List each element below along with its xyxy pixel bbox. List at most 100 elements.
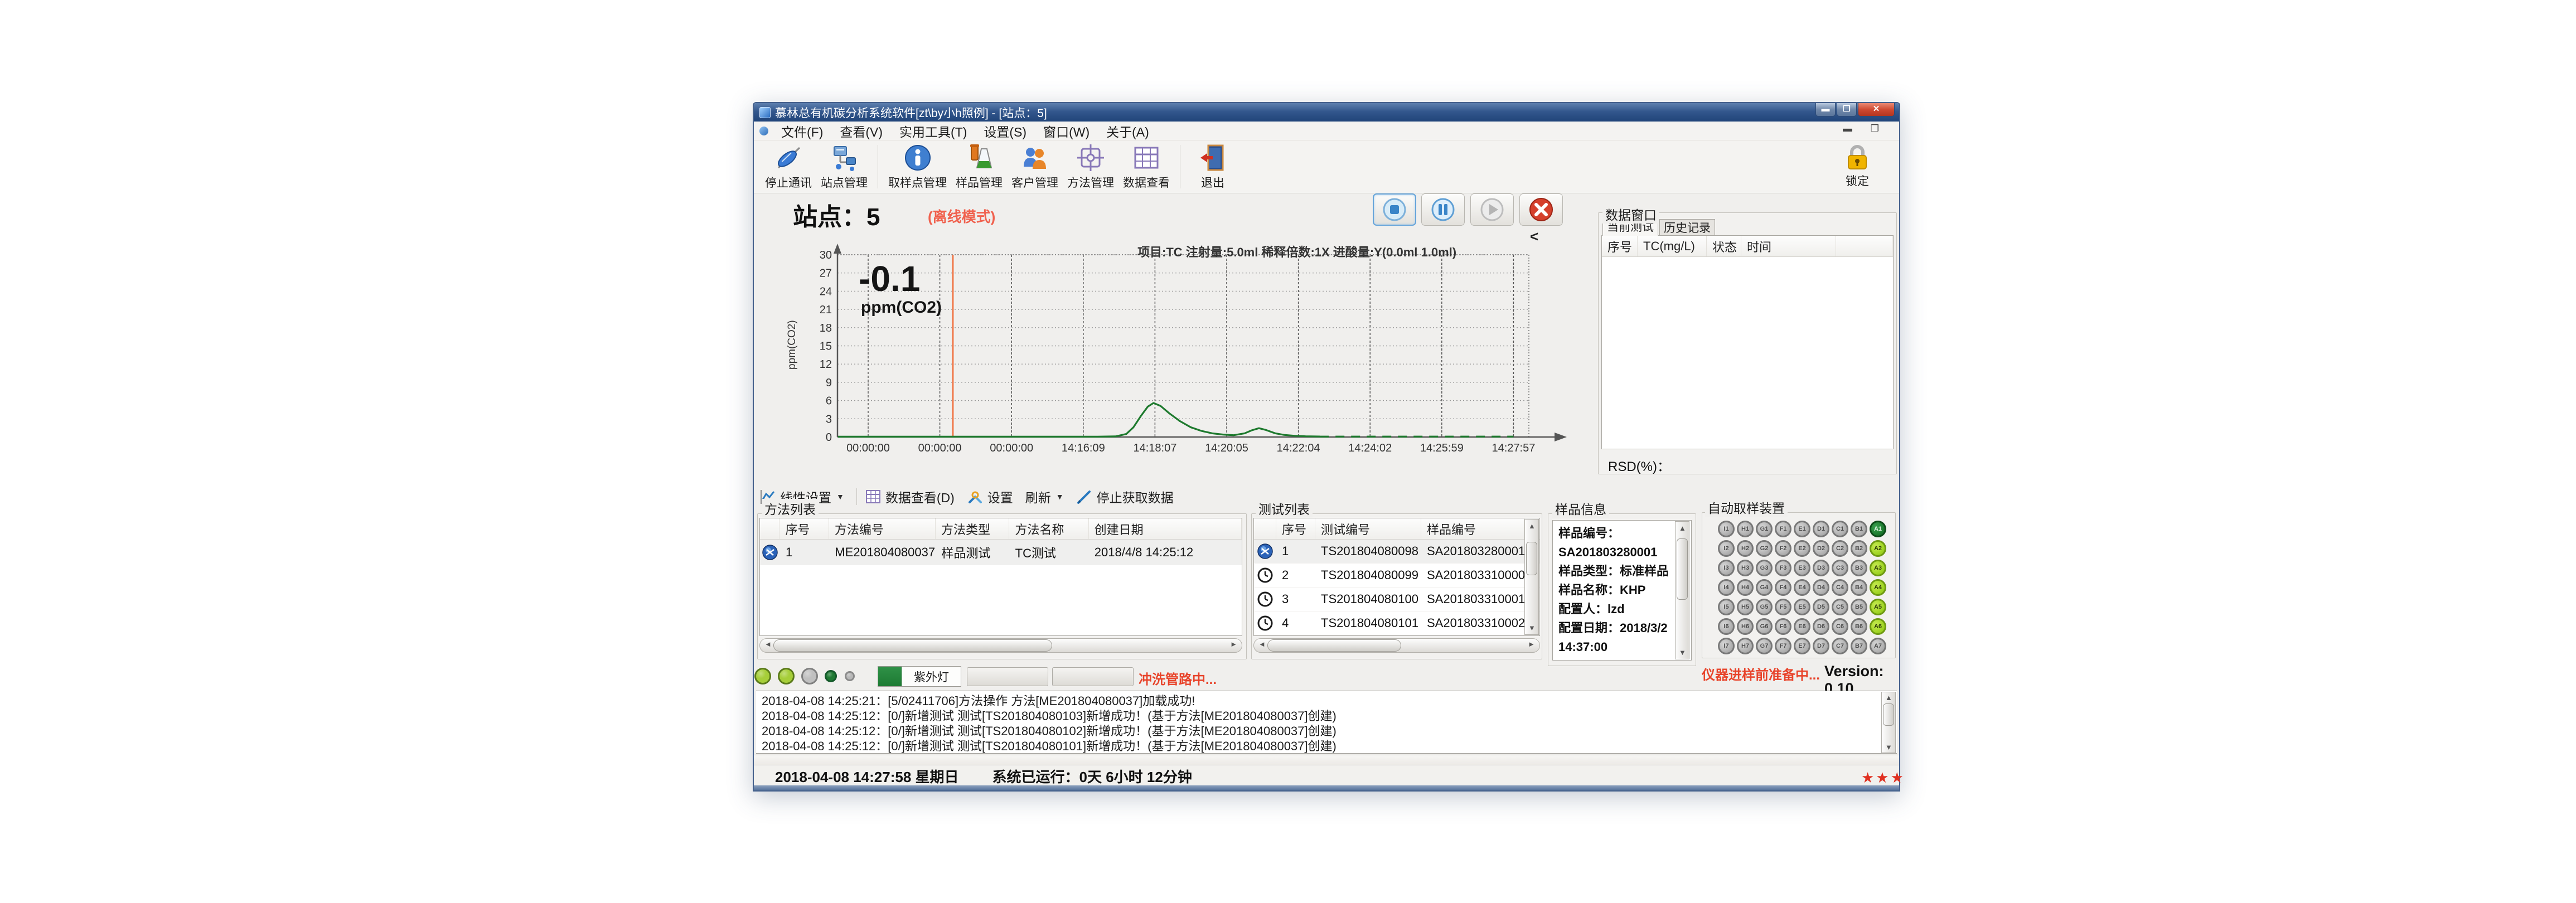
close-button[interactable]: ✕ xyxy=(1858,103,1895,116)
table-row[interactable]: 4TS201804080101SA201803310002 xyxy=(1254,611,1539,635)
menu-item[interactable]: 查看(V) xyxy=(831,124,891,140)
menu-item[interactable]: 关于(A) xyxy=(1098,124,1158,140)
column-header[interactable]: 时间 xyxy=(1741,236,1836,256)
sampler-vial-H7[interactable]: H7 xyxy=(1737,638,1754,654)
sampler-vial-C3[interactable]: C3 xyxy=(1832,560,1848,576)
sampler-vial-F5[interactable]: F5 xyxy=(1775,599,1791,615)
sampler-vial-C6[interactable]: C6 xyxy=(1832,618,1848,635)
sample-manage-button[interactable]: 样品管理 xyxy=(951,143,1007,191)
sampler-vial-C1[interactable]: C1 xyxy=(1832,521,1848,537)
sampler-vial-E4[interactable]: E4 xyxy=(1794,579,1810,596)
sampling-point-manage-button[interactable]: 取样点管理 xyxy=(884,143,951,191)
sampler-vial-G7[interactable]: G7 xyxy=(1756,638,1773,654)
sampler-vial-E5[interactable]: E5 xyxy=(1794,599,1810,615)
sampler-vial-H3[interactable]: H3 xyxy=(1737,560,1754,576)
sampler-vial-D4[interactable]: D4 xyxy=(1813,579,1829,596)
sampler-vial-E2[interactable]: E2 xyxy=(1794,540,1810,557)
data-view-d-button[interactable]: 数据查看(D) xyxy=(865,487,955,506)
log-area[interactable]: 2018-04-08 14:25:21：[5/02411706]方法操作 方法[… xyxy=(756,691,1897,754)
play-button[interactable] xyxy=(1470,193,1514,226)
method-manage-button[interactable]: 方法管理 xyxy=(1063,143,1118,191)
column-header[interactable]: 创建日期 xyxy=(1089,518,1242,539)
sampler-vial-C2[interactable]: C2 xyxy=(1832,540,1848,557)
pause-button[interactable] xyxy=(1421,193,1465,226)
sampler-vial-F6[interactable]: F6 xyxy=(1775,618,1791,635)
customer-manage-button[interactable]: 客户管理 xyxy=(1007,143,1063,191)
table-row[interactable]: 1TS201804080098SA201803280001 xyxy=(1254,540,1539,564)
method-table-hscrollbar[interactable]: ◄► xyxy=(759,638,1242,653)
sampler-vial-I3[interactable]: I3 xyxy=(1718,560,1735,576)
sampler-vial-G2[interactable]: G2 xyxy=(1756,540,1773,557)
column-header[interactable]: TC(mg/L) xyxy=(1638,236,1707,256)
sampler-vial-I7[interactable]: I7 xyxy=(1718,638,1735,654)
sampler-vial-G3[interactable]: G3 xyxy=(1756,560,1773,576)
sampler-vial-B7[interactable]: B7 xyxy=(1851,638,1867,654)
current-test-table[interactable]: 序号TC(mg/L)状态时间 xyxy=(1601,235,1894,449)
sampler-vial-I2[interactable]: I2 xyxy=(1718,540,1735,557)
sampler-vial-F2[interactable]: F2 xyxy=(1775,540,1791,557)
sampler-vial-D3[interactable]: D3 xyxy=(1813,560,1829,576)
sampler-vial-I4[interactable]: I4 xyxy=(1718,579,1735,596)
column-header[interactable]: 样品编号 xyxy=(1421,518,1524,539)
data-view-button[interactable]: 数据查看 xyxy=(1118,143,1174,191)
sampler-vial-D1[interactable]: D1 xyxy=(1813,521,1829,537)
method-table[interactable]: 序号方法编号方法类型方法名称创建日期 1ME201804080037样品测试TC… xyxy=(759,518,1242,636)
column-header[interactable]: 测试编号 xyxy=(1315,518,1421,539)
sampler-vial-D2[interactable]: D2 xyxy=(1813,540,1829,557)
sampler-vial-D7[interactable]: D7 xyxy=(1813,638,1829,654)
minimize-button[interactable]: ▬ xyxy=(1815,103,1836,116)
table-row[interactable]: 1ME201804080037样品测试TC测试2018/4/8 14:25:12 xyxy=(760,540,1242,565)
sampler-vial-A1[interactable]: A1 xyxy=(1870,521,1886,537)
sampler-vial-G6[interactable]: G6 xyxy=(1756,618,1773,635)
sampler-vial-A2[interactable]: A2 xyxy=(1870,540,1886,557)
maximize-button[interactable]: ❒ xyxy=(1837,103,1857,116)
table-row[interactable]: 3TS201804080100SA201803310001 xyxy=(1254,588,1539,611)
sampler-vial-I5[interactable]: I5 xyxy=(1718,599,1735,615)
sampler-vial-F1[interactable]: F1 xyxy=(1775,521,1791,537)
menu-item[interactable]: 实用工具(T) xyxy=(891,124,975,140)
refresh-button[interactable]: 刷新▼ xyxy=(1025,487,1064,506)
settings-button[interactable]: 设置 xyxy=(967,487,1013,506)
stop-comm-button[interactable]: 停止通讯 xyxy=(761,143,816,191)
sampler-vial-A5[interactable]: A5 xyxy=(1870,599,1886,615)
sampler-vial-G5[interactable]: G5 xyxy=(1756,599,1773,615)
sampler-vial-A3[interactable]: A3 xyxy=(1870,560,1886,576)
column-header[interactable]: 方法类型 xyxy=(936,518,1009,539)
column-header[interactable]: 方法名称 xyxy=(1009,518,1088,539)
sampler-vial-B3[interactable]: B3 xyxy=(1851,560,1867,576)
sampler-vial-G4[interactable]: G4 xyxy=(1756,579,1773,596)
column-header[interactable]: 状态 xyxy=(1707,236,1741,256)
sampler-vial-E6[interactable]: E6 xyxy=(1794,618,1810,635)
sampler-vial-F4[interactable]: F4 xyxy=(1775,579,1791,596)
menu-item[interactable]: 文件(F) xyxy=(773,124,831,140)
table-row[interactable]: 2TS201804080099SA201803310000 xyxy=(1254,564,1539,588)
sampler-vial-C7[interactable]: C7 xyxy=(1832,638,1848,654)
sampler-vial-B6[interactable]: B6 xyxy=(1851,618,1867,635)
menu-item[interactable]: 设置(S) xyxy=(975,124,1035,140)
sampler-vial-F7[interactable]: F7 xyxy=(1775,638,1791,654)
lock-button[interactable]: 锁定 xyxy=(1832,143,1882,189)
sampler-vial-B2[interactable]: B2 xyxy=(1851,540,1867,557)
sampler-vial-H4[interactable]: H4 xyxy=(1737,579,1754,596)
column-header[interactable]: 序号 xyxy=(1602,236,1638,256)
sampler-vial-H1[interactable]: H1 xyxy=(1737,521,1754,537)
tab-history[interactable]: 历史记录 xyxy=(1659,219,1715,236)
column-header[interactable]: 序号 xyxy=(779,518,829,539)
sampler-vial-A4[interactable]: A4 xyxy=(1870,579,1886,596)
stop-fetch-button[interactable]: 停止获取数据 xyxy=(1076,487,1174,506)
sample-info-vscrollbar[interactable]: ▲▼ xyxy=(1675,521,1689,659)
stop-run-button[interactable] xyxy=(1373,193,1416,226)
column-header[interactable]: 序号 xyxy=(1276,518,1315,539)
test-table[interactable]: 序号测试编号样品编号 1TS201804080098SA201803280001… xyxy=(1253,518,1540,636)
test-table-vscrollbar[interactable]: ▲▼ xyxy=(1524,519,1539,635)
sampler-vial-H6[interactable]: H6 xyxy=(1737,618,1754,635)
sampler-vial-G1[interactable]: G1 xyxy=(1756,521,1773,537)
sampler-vial-D6[interactable]: D6 xyxy=(1813,618,1829,635)
sampler-vial-I6[interactable]: I6 xyxy=(1718,618,1735,635)
sampler-vial-E3[interactable]: E3 xyxy=(1794,560,1810,576)
exit-button[interactable]: 退出 xyxy=(1186,143,1239,191)
sampler-vial-C4[interactable]: C4 xyxy=(1832,579,1848,596)
sampler-vial-D5[interactable]: D5 xyxy=(1813,599,1829,615)
sampler-vial-B4[interactable]: B4 xyxy=(1851,579,1867,596)
sampler-vial-A6[interactable]: A6 xyxy=(1870,618,1886,635)
